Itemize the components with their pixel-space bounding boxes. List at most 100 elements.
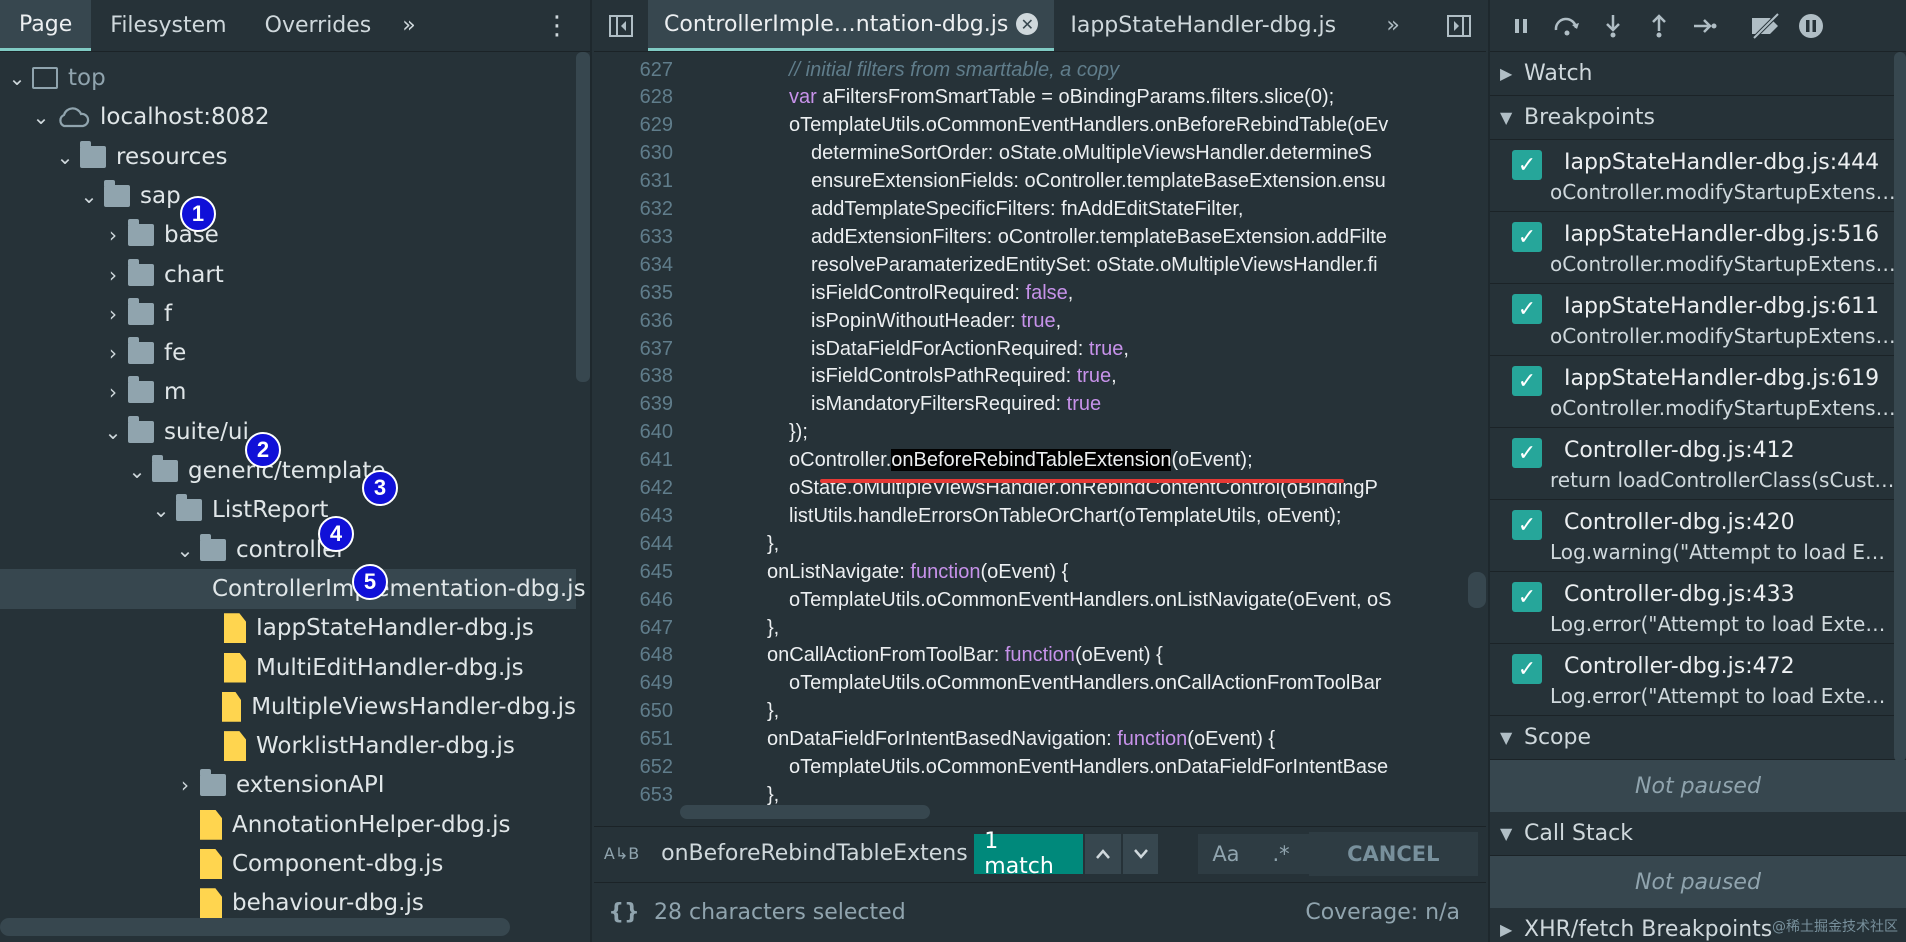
breakpoint-checkbox[interactable]: ✓ [1512,438,1542,468]
navigator-horizontal-scrollbar[interactable] [0,918,510,936]
code-line[interactable]: 629 oTemplateUtils.oCommonEventHandlers.o… [594,112,1468,140]
code-editor[interactable]: 627 // initial filters from smarttable, a… [594,52,1468,822]
code-line[interactable]: 650}, [594,698,1468,726]
tree-folder-item[interactable]: ⌄ suite/ui [0,412,576,452]
tree-folder-item[interactable]: ⌄ ListReport [0,490,576,530]
editor-tab-controller-implementation[interactable]: ControllerImple…ntation-dbg.js ✕ [648,0,1055,51]
breakpoint-item[interactable]: ✓ Controller-dbg.js:420 Log.warning("Attem… [1490,500,1906,572]
tab-page[interactable]: Page [0,0,92,51]
search-input[interactable] [649,832,975,875]
code-line[interactable]: 639 isMandatoryFiltersRequired: true [594,391,1468,419]
tab-overrides[interactable]: Overrides [246,0,391,51]
collapsed-arrow-icon[interactable]: › [102,263,124,287]
line-number[interactable]: 635 [594,282,673,305]
breakpoint-item[interactable]: ✓ Controller-dbg.js:433 Log.error("Attempt… [1490,572,1906,644]
match-case-button[interactable]: Aa [1198,833,1254,874]
code-line[interactable]: 628 var aFiltersFromSmartTable = oBinding… [594,84,1468,112]
line-number[interactable]: 646 [594,589,673,612]
pause-icon[interactable] [1498,6,1544,46]
replace-toggle-icon[interactable]: A↳B [594,845,649,862]
code-line[interactable]: 646 oTemplateUtils.oCommonEventHandlers.o… [594,586,1468,614]
code-line[interactable]: 636 isPopinWithoutHeader: true, [594,307,1468,335]
line-number[interactable]: 633 [594,226,673,249]
code-line[interactable]: 641 oController.onBeforeRebindTableExtens… [594,447,1468,475]
step-icon[interactable] [1682,6,1728,46]
expanded-arrow-icon[interactable]: ⌄ [30,105,52,129]
more-tabs-icon[interactable]: » [390,0,425,51]
expanded-arrow-icon[interactable]: ⌄ [54,145,76,169]
code-line[interactable]: 644}, [594,530,1468,558]
scope-section-header[interactable]: ▼ Scope [1490,716,1906,760]
code-line[interactable]: 637 isDataFieldForActionRequired: true, [594,335,1468,363]
collapsed-arrow-icon[interactable]: › [102,380,124,404]
line-number[interactable]: 653 [594,784,673,807]
line-number[interactable]: 648 [594,644,673,667]
toggle-debugger-icon[interactable] [1432,0,1486,51]
editor-horizontal-scrollbar[interactable] [680,805,930,819]
cancel-search-button[interactable]: CANCEL [1308,831,1478,876]
breakpoints-section-header[interactable]: ▼ Breakpoints [1490,96,1906,140]
tree-file-item[interactable]: AnnotationHelper-dbg.js [0,805,576,845]
code-line[interactable]: 640}); [594,419,1468,447]
collapsed-arrow-icon[interactable]: › [102,341,124,365]
pause-on-exceptions-icon[interactable] [1788,6,1834,46]
tree-file-item[interactable]: MultiEditHandler-dbg.js [0,648,576,688]
breakpoint-checkbox[interactable]: ✓ [1512,510,1542,540]
line-number[interactable]: 649 [594,672,673,695]
step-over-icon[interactable] [1544,6,1590,46]
watch-section-header[interactable]: ▶ Watch [1490,52,1906,96]
expanded-arrow-icon[interactable]: ⌄ [126,459,148,483]
code-line[interactable]: 630 determineSortOrder: oState.oMultipleV… [594,140,1468,168]
expanded-arrow-icon[interactable]: ⌄ [102,420,124,444]
expanded-arrow-icon[interactable]: ⌄ [78,184,100,208]
code-line[interactable]: 632 addTemplateSpecificFilters: fnAddEdit… [594,196,1468,224]
tree-folder-item[interactable]: ⌄ resources [0,137,576,177]
line-number[interactable]: 642 [594,477,673,500]
code-line[interactable]: 635 isFieldControlRequired: false, [594,279,1468,307]
code-line[interactable]: 627 // initial filters from smarttable, a… [594,56,1468,84]
tree-folder-item[interactable]: ⌄ controller [0,530,576,570]
next-match-button[interactable] [1122,833,1159,874]
regex-button[interactable]: .* [1253,833,1309,874]
tree-file-item[interactable]: WorklistHandler-dbg.js [0,726,576,766]
tab-filesystem[interactable]: Filesystem [91,0,245,51]
line-number[interactable]: 638 [594,365,673,388]
tree-folder-item[interactable]: ⌄ generic/template [0,451,576,491]
line-number[interactable]: 630 [594,142,673,165]
close-tab-icon[interactable]: ✕ [1016,13,1039,35]
editor-vertical-scrollbar[interactable] [1468,572,1486,608]
previous-match-button[interactable] [1085,833,1121,874]
line-number[interactable]: 639 [594,393,673,416]
line-number[interactable]: 645 [594,561,673,584]
code-line[interactable]: 647}, [594,614,1468,642]
line-number[interactable]: 643 [594,505,673,528]
breakpoint-checkbox[interactable]: ✓ [1512,654,1542,684]
toggle-navigator-icon[interactable] [594,0,648,51]
expanded-arrow-icon[interactable]: ⌄ [6,66,28,90]
breakpoint-checkbox[interactable]: ✓ [1512,150,1542,180]
tree-file-item[interactable]: Component-dbg.js [0,844,576,884]
expanded-arrow-icon[interactable]: ⌄ [174,538,196,562]
code-line[interactable]: 648 onCallActionFromToolBar: function(oEv… [594,642,1468,670]
breakpoint-item[interactable]: ✓ IappStateHandler-dbg.js:444 oController.… [1490,140,1906,212]
breakpoint-item[interactable]: ✓ IappStateHandler-dbg.js:516 oController.… [1490,212,1906,284]
code-line[interactable]: 651 onDataFieldForIntentBasedNavigation: … [594,726,1468,754]
pretty-print-icon[interactable]: {} [594,900,654,925]
breakpoint-item[interactable]: ✓ IappStateHandler-dbg.js:619 oController.… [1490,356,1906,428]
deactivate-breakpoints-icon[interactable] [1742,6,1788,46]
code-line[interactable]: 638 isFieldControlsPathRequired: true, [594,363,1468,391]
line-number[interactable]: 644 [594,533,673,556]
code-line[interactable]: 633 addExtensionFilters: oController.temp… [594,223,1468,251]
code-line[interactable]: 645 onListNavigate: function(oEvent) { [594,558,1468,586]
tree-folder-item[interactable]: › base [0,215,576,255]
line-number[interactable]: 652 [594,756,673,779]
step-into-icon[interactable] [1590,6,1636,46]
call-stack-section-header[interactable]: ▼ Call Stack [1490,812,1906,856]
tree-folder-item[interactable]: ⌄ top [0,58,576,98]
line-number[interactable]: 631 [594,170,673,193]
line-number[interactable]: 629 [594,114,673,137]
tree-folder-item[interactable]: › extensionAPI [0,765,576,805]
editor-tab-iappstatehandler[interactable]: IappStateHandler-dbg.js [1054,0,1352,51]
breakpoint-item[interactable]: ✓ Controller-dbg.js:412 return loadControl… [1490,428,1906,500]
line-number[interactable]: 651 [594,728,673,751]
